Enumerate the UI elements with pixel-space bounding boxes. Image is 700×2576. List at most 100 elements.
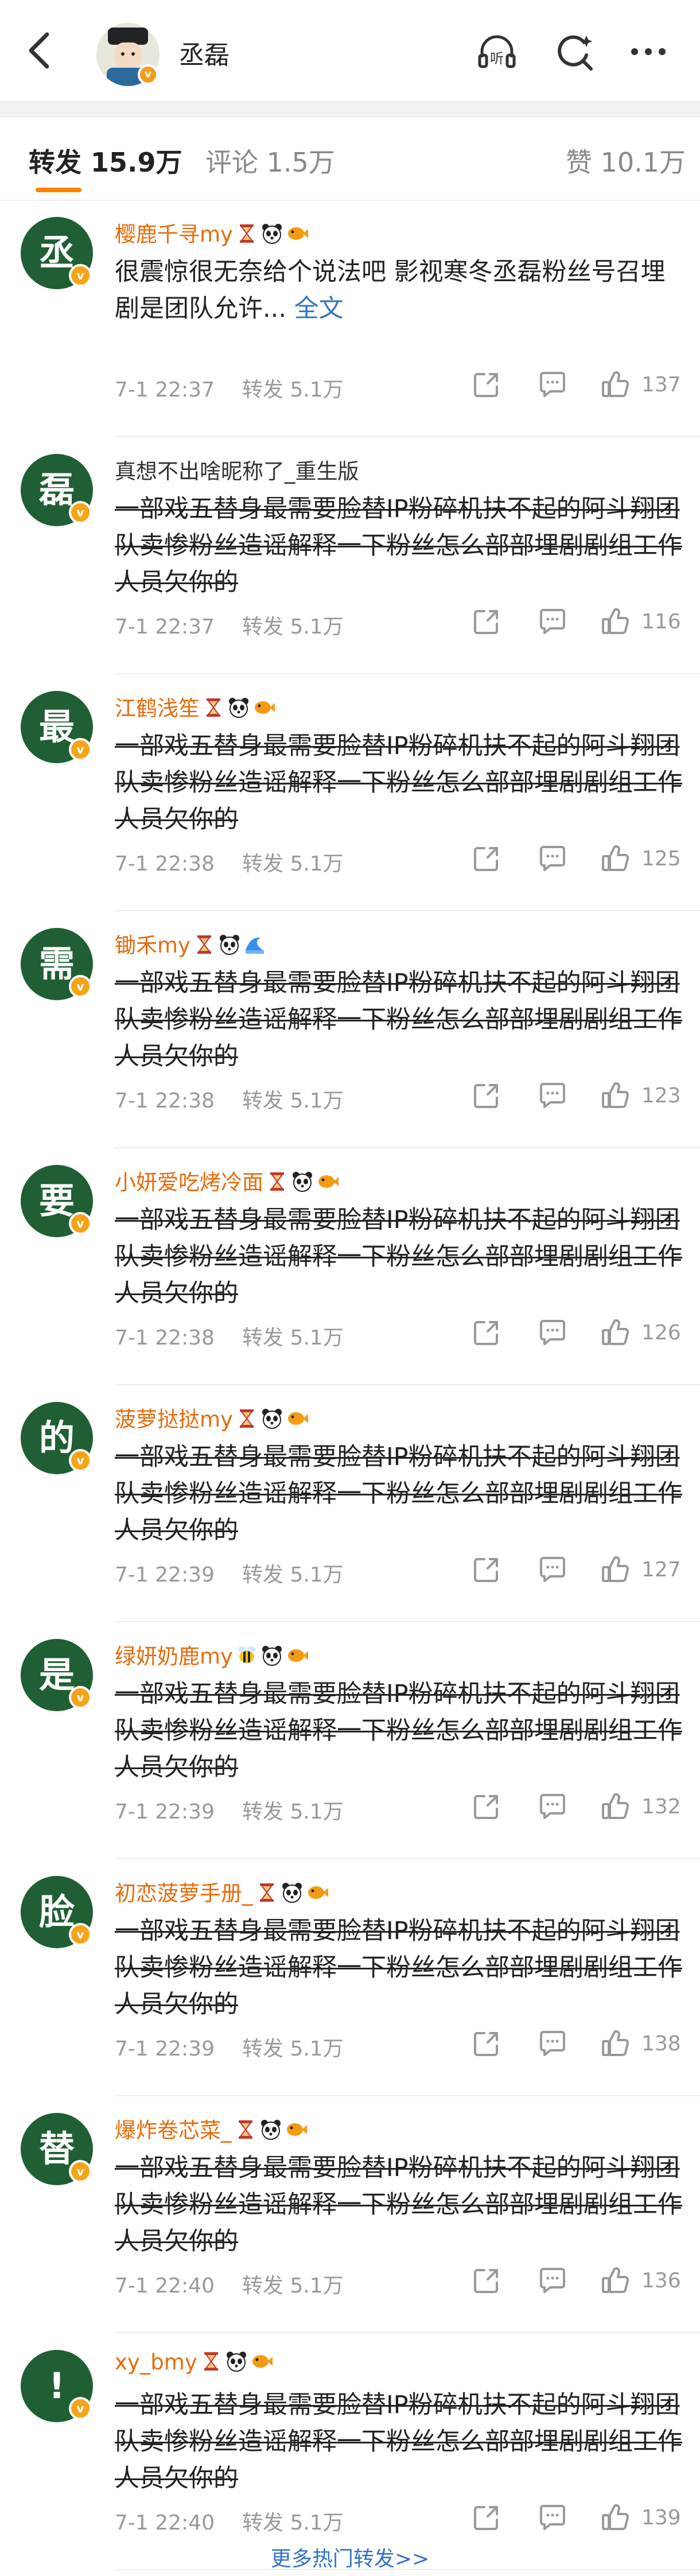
user-name-text[interactable]: 小妍爱吃烤冷面: [115, 1170, 263, 1195]
like-icon[interactable]: [600, 368, 632, 401]
repost-item[interactable]: 丞 v 樱鹿千寻my 很震惊很无奈给个说法吧 影视寒冬丞磊粉丝号召埋剧是团队允许...…: [0, 201, 700, 438]
share-icon[interactable]: [470, 605, 503, 638]
full-text-link[interactable]: 全文: [286, 294, 344, 323]
divider: [115, 1147, 700, 1148]
like-icon[interactable]: [600, 1790, 632, 1823]
user-name[interactable]: 小妍爱吃烤冷面: [115, 1165, 339, 1196]
like-count: 132: [641, 1795, 681, 1819]
user-name[interactable]: 初恋菠萝手册_: [115, 1876, 329, 1907]
repost-count[interactable]: 转发 5.1万: [242, 1800, 344, 1824]
repost-count[interactable]: 转发 5.1万: [242, 378, 344, 402]
tab-likes[interactable]: 赞 10.1万: [566, 142, 686, 180]
comment-icon[interactable]: [536, 2501, 569, 2534]
repost-count[interactable]: 转发 5.1万: [242, 615, 344, 639]
user-name-text[interactable]: 樱鹿千寻my: [115, 222, 233, 247]
repost-text: 一部戏五替身最需要脸替IP粉碎机扶不起的阿斗翔团队卖惨粉丝造谣解释一下粉丝怎么部…: [115, 1202, 689, 1312]
comment-icon[interactable]: [536, 2027, 569, 2060]
verified-badge: v: [69, 2397, 92, 2420]
listen-icon[interactable]: 听: [474, 29, 520, 75]
repost-item[interactable]: 替 v 爆炸卷芯菜_ 一部戏五替身最需要脸替IP粉碎机扶不起的阿斗翔团队卖惨粉丝造谣解…: [0, 2097, 700, 2334]
user-name[interactable]: xy_bmy: [115, 2350, 273, 2375]
user-name-text[interactable]: 绿妍奶鹿my: [115, 1644, 233, 1669]
like-icon[interactable]: [600, 2027, 632, 2060]
comment-icon[interactable]: [536, 1079, 569, 1112]
more-reposts-link[interactable]: 更多热门转发>>: [0, 2542, 700, 2572]
like-icon[interactable]: [600, 605, 632, 638]
timestamp: 7-1 22:37: [115, 615, 215, 639]
repost-item[interactable]: 最 v 江鹤浅笙 一部戏五替身最需要脸替IP粉碎机扶不起的阿斗翔团队卖惨粉丝造谣解释一…: [0, 675, 700, 912]
repost-item[interactable]: 是 v 绿妍奶鹿my 一部戏五替身最需要脸替IP粉碎机扶不起的阿斗翔团队卖惨粉丝造谣解…: [0, 1623, 700, 1860]
verified-badge: v: [69, 264, 92, 287]
user-name[interactable]: 爆炸卷芯菜_: [115, 2113, 308, 2144]
user-name-text[interactable]: xy_bmy: [115, 2350, 197, 2375]
user-name[interactable]: 樱鹿千寻my: [115, 217, 309, 248]
user-name[interactable]: 真想不出啥昵称了_重生版: [115, 454, 359, 485]
profile-name[interactable]: 丞磊: [179, 34, 230, 71]
repost-count[interactable]: 转发 5.1万: [242, 2511, 344, 2535]
like-icon[interactable]: [600, 842, 632, 875]
like-icon[interactable]: [600, 2501, 632, 2534]
user-name-text[interactable]: 菠萝挞挞my: [115, 1407, 233, 1432]
share-icon[interactable]: [470, 2264, 503, 2297]
comment-icon[interactable]: [536, 1790, 569, 1823]
repost-text-body: 一部戏五替身最需要脸替IP粉碎机扶不起的阿斗翔团队卖惨粉丝造谣解释一下粉丝怎么部…: [115, 1680, 682, 1782]
user-name[interactable]: 锄禾my: [115, 928, 266, 959]
repost-item[interactable]: 磊 v 真想不出啥昵称了_重生版 一部戏五替身最需要脸替IP粉碎机扶不起的阿斗翔团队卖…: [0, 438, 700, 675]
comment-icon[interactable]: [536, 842, 569, 875]
repost-item[interactable]: 脸 v 初恋菠萝手册_ 一部戏五替身最需要脸替IP粉碎机扶不起的阿斗翔团队卖惨粉丝造谣…: [0, 1860, 700, 2097]
panda-icon: [262, 1646, 282, 1666]
user-name-text[interactable]: 初恋菠萝手册_: [115, 1881, 253, 1906]
share-icon[interactable]: [470, 2501, 503, 2534]
comment-icon[interactable]: [536, 368, 569, 401]
share-icon[interactable]: [470, 1790, 503, 1823]
verified-badge: v: [138, 64, 158, 85]
share-icon[interactable]: [470, 1316, 503, 1349]
share-icon[interactable]: [470, 1079, 503, 1112]
comment-icon[interactable]: [536, 2264, 569, 2297]
repost-count[interactable]: 转发 5.1万: [242, 1326, 344, 1350]
user-name[interactable]: 菠萝挞挞my: [115, 1402, 309, 1433]
user-name-text[interactable]: 锄禾my: [115, 933, 190, 958]
tab-repost[interactable]: 转发 15.9万: [29, 142, 182, 180]
svg-text:听: 听: [490, 50, 504, 67]
user-name-text[interactable]: 爆炸卷芯菜_: [115, 2118, 232, 2143]
divider: [115, 1621, 700, 1622]
divider: [115, 1384, 700, 1385]
repost-count[interactable]: 转发 5.1万: [242, 1563, 344, 1587]
tab-bar: 转发 15.9万 评论 1.5万 赞 10.1万: [0, 118, 700, 201]
repost-count[interactable]: 转发 5.1万: [242, 852, 344, 876]
like-icon[interactable]: [600, 1316, 632, 1349]
share-icon[interactable]: [470, 1553, 503, 1586]
search-icon[interactable]: [551, 29, 597, 75]
user-name[interactable]: 江鹤浅笙: [115, 691, 275, 722]
user-name-text[interactable]: 江鹤浅笙: [115, 696, 200, 721]
tab-comments[interactable]: 评论 1.5万: [205, 142, 335, 180]
share-icon[interactable]: [470, 842, 503, 875]
comment-icon[interactable]: [536, 605, 569, 638]
share-icon[interactable]: [470, 2027, 503, 2060]
repost-item[interactable]: 需 v 锄禾my 一部戏五替身最需要脸替IP粉碎机扶不起的阿斗翔团队卖惨粉丝造谣解释一…: [0, 912, 700, 1149]
repost-item[interactable]: ! v xy_bmy 一部戏五替身最需要脸替IP粉碎机扶不起的阿斗翔团队卖惨粉丝造谣解…: [0, 2334, 700, 2571]
more-icon[interactable]: [625, 29, 671, 75]
verified-badge: v: [69, 501, 92, 524]
comment-icon[interactable]: [536, 1316, 569, 1349]
back-icon[interactable]: [22, 28, 56, 73]
repost-count[interactable]: 转发 5.1万: [242, 2037, 344, 2061]
like-icon[interactable]: [600, 1553, 632, 1586]
comment-icon[interactable]: [536, 1553, 569, 1586]
repost-text: 一部戏五替身最需要脸替IP粉碎机扶不起的阿斗翔团队卖惨粉丝造谣解释一下粉丝怎么部…: [115, 2387, 689, 2497]
user-name[interactable]: 绿妍奶鹿my: [115, 1639, 309, 1670]
divider: [115, 910, 700, 911]
repost-item[interactable]: 要 v 小妍爱吃烤冷面 一部戏五替身最需要脸替IP粉碎机扶不起的阿斗翔团队卖惨粉丝造谣…: [0, 1149, 700, 1386]
user-name-text[interactable]: 真想不出啥昵称了_重生版: [115, 459, 359, 484]
share-icon[interactable]: [470, 368, 503, 401]
repost-count[interactable]: 转发 5.1万: [242, 2274, 344, 2298]
repost-item[interactable]: 的 v 菠萝挞挞my 一部戏五替身最需要脸替IP粉碎机扶不起的阿斗翔团队卖惨粉丝造谣解…: [0, 1386, 700, 1623]
like-count: 139: [641, 2506, 681, 2530]
like-icon[interactable]: [600, 1079, 632, 1112]
like-count: 127: [641, 1558, 681, 1582]
hourglass-icon: [207, 698, 220, 717]
repost-count[interactable]: 转发 5.1万: [242, 1089, 344, 1113]
top-bar: v 丞磊 听: [0, 0, 700, 100]
like-icon[interactable]: [600, 2264, 632, 2297]
